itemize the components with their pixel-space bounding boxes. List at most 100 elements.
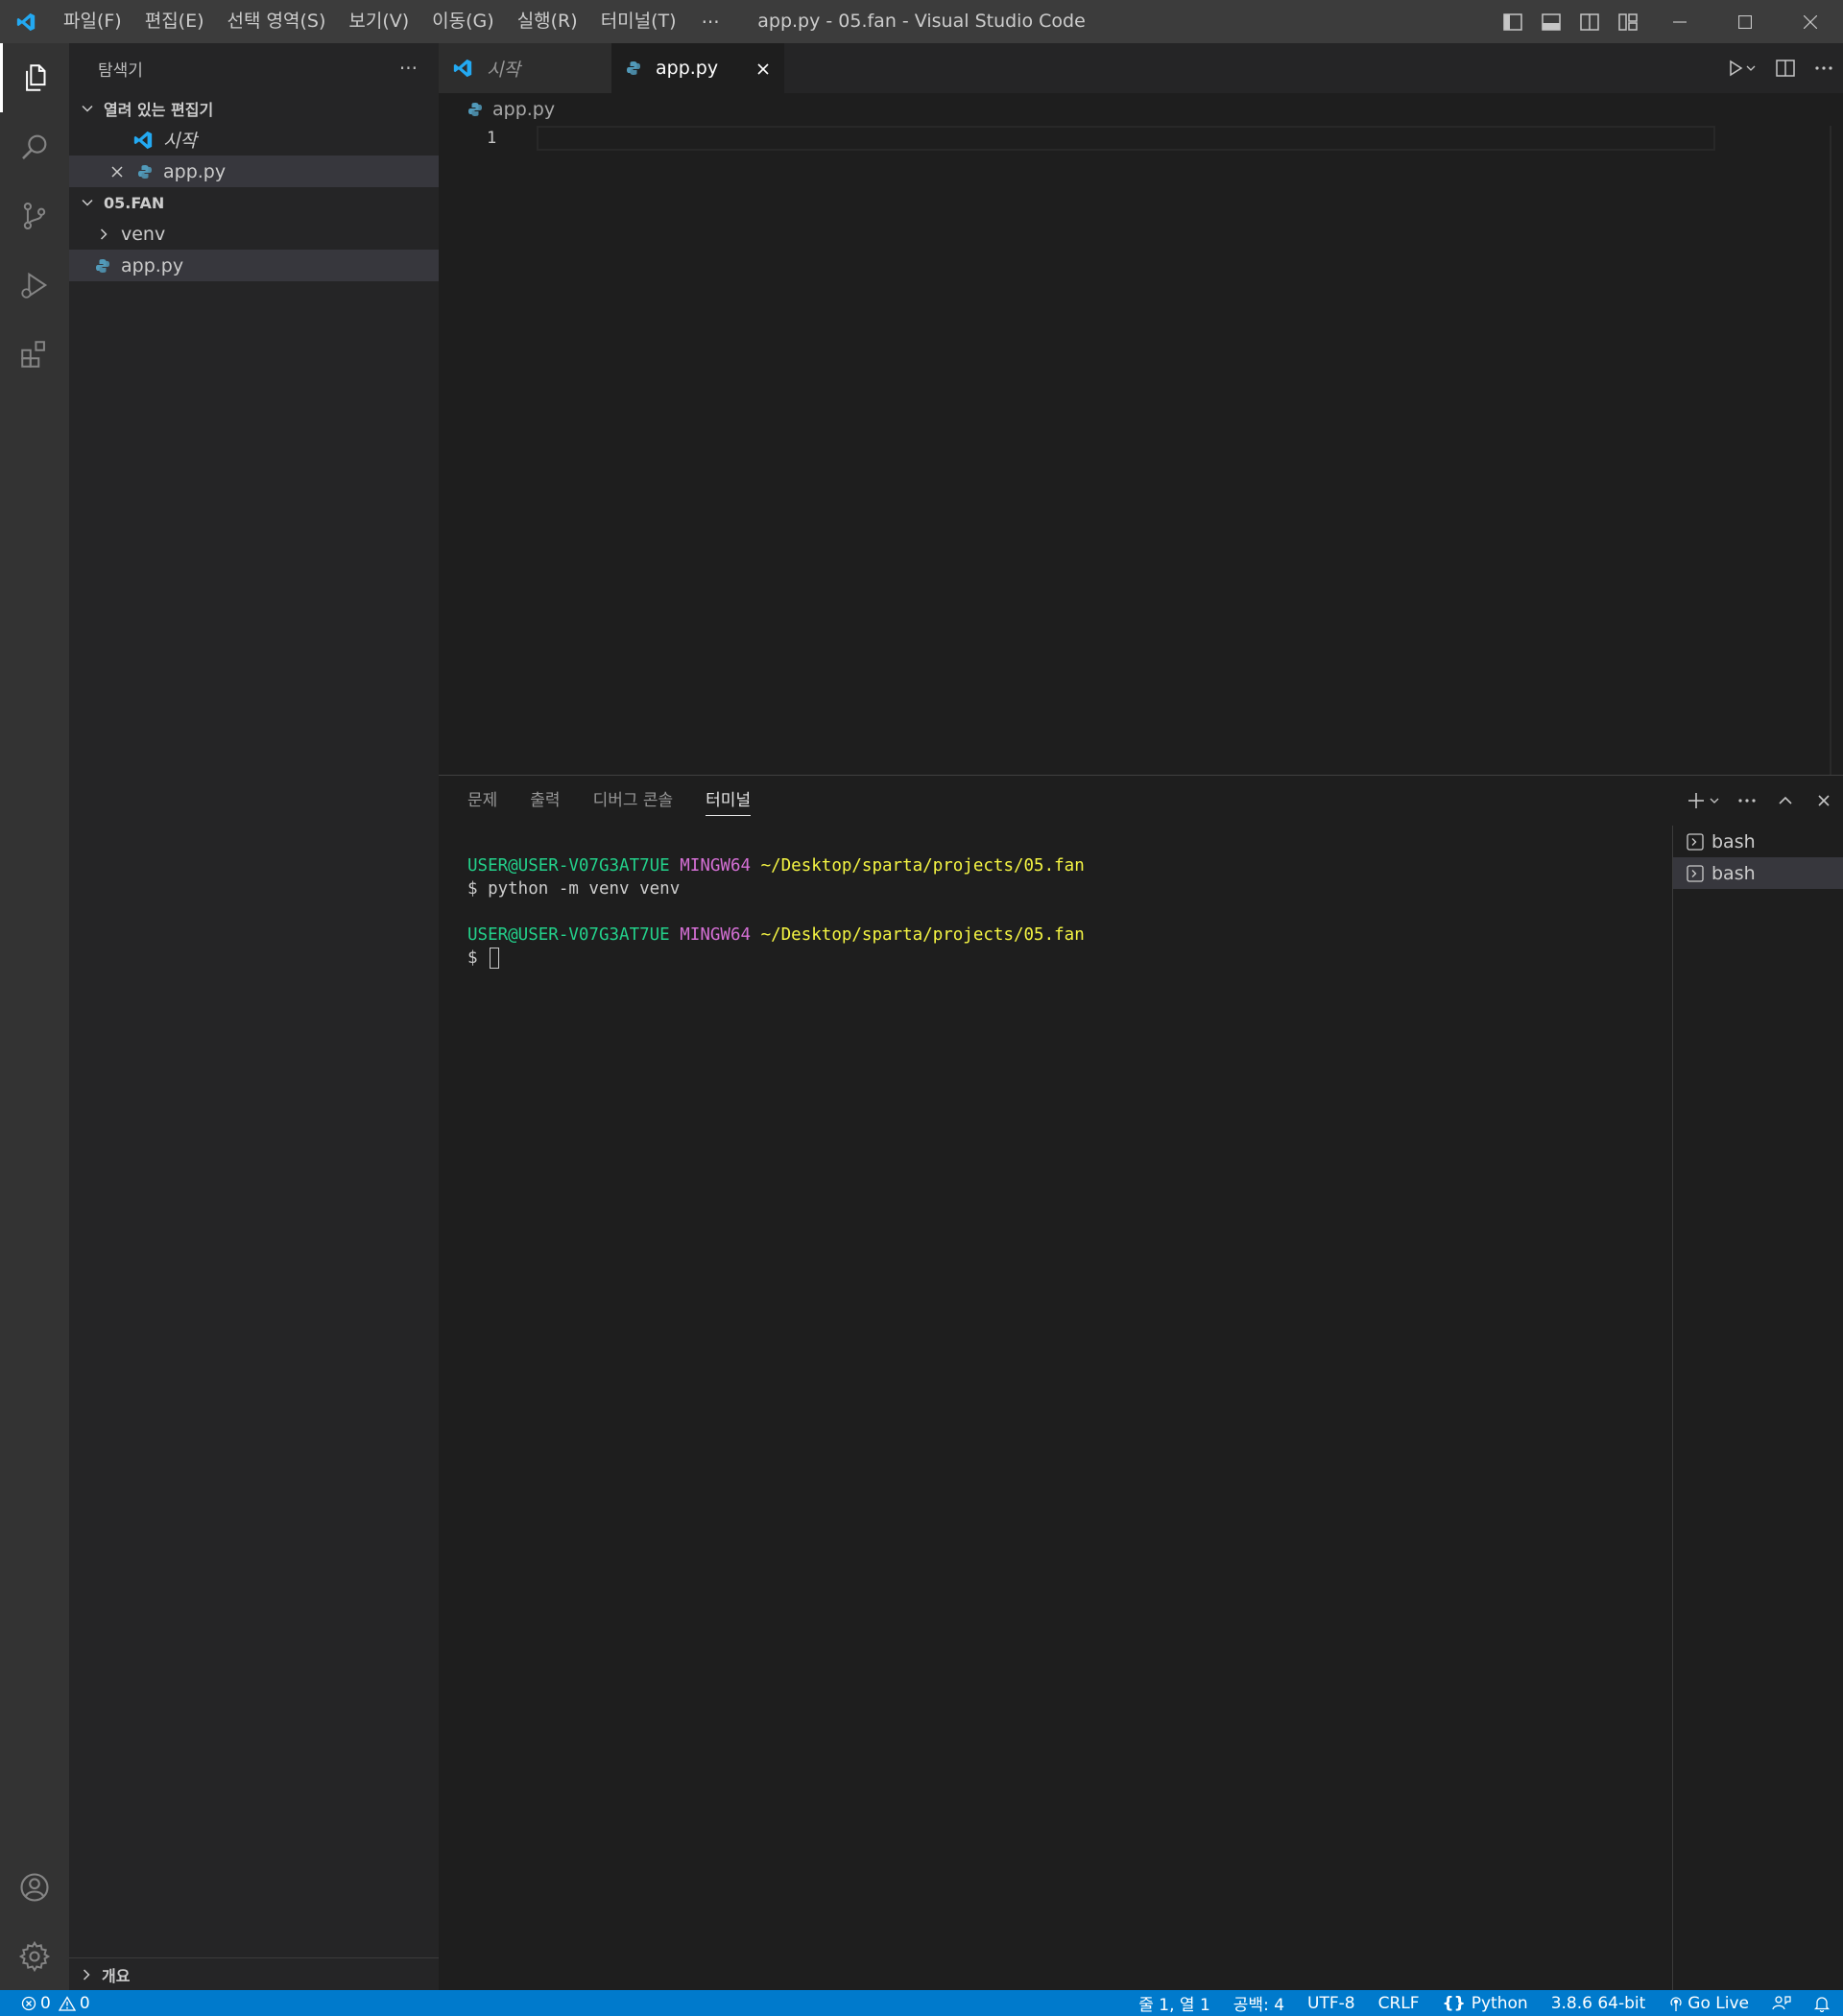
menu-terminal[interactable]: 터미널(T): [589, 0, 688, 43]
braces-icon: {}: [1442, 1993, 1466, 2013]
bottom-panel: 문제 출력 디버그 콘솔 터미널 USER@USER-V07G3AT7UE MI…: [439, 775, 1843, 1991]
split-editor-icon[interactable]: [1766, 43, 1805, 93]
menu-more-button[interactable]: ···: [688, 11, 733, 34]
menu-file[interactable]: 파일(F): [52, 0, 133, 43]
chevron-up-icon[interactable]: [1766, 776, 1805, 826]
go-live-button[interactable]: Go Live: [1668, 1990, 1749, 2016]
open-editor-item-app-py[interactable]: app.py: [69, 156, 439, 187]
indentation[interactable]: 공백: 4: [1233, 1990, 1284, 2016]
menu-run[interactable]: 실행(R): [506, 0, 589, 43]
search-icon[interactable]: [0, 112, 69, 181]
open-editor-label: 시작: [163, 131, 197, 152]
close-icon[interactable]: [106, 165, 129, 179]
tab-app-py[interactable]: app.py: [611, 43, 784, 93]
python-file-icon: [92, 258, 113, 274]
vscode-logo-icon: [129, 130, 157, 151]
terminal-item-bash[interactable]: bash: [1673, 826, 1843, 857]
tab-welcome[interactable]: 시작: [439, 43, 611, 93]
folder-label: 05.FAN: [104, 193, 165, 212]
broadcast-icon: [1668, 1995, 1684, 2012]
menu-go[interactable]: 이동(G): [420, 0, 506, 43]
current-line-highlight: [537, 126, 1715, 151]
run-debug-icon[interactable]: [0, 251, 69, 320]
bell-icon[interactable]: [1814, 1990, 1830, 2016]
breadcrumb-file[interactable]: app.py: [492, 99, 555, 120]
error-icon: [21, 1996, 36, 2011]
title-bar: 파일(F) 편집(E) 선택 영역(S) 보기(V) 이동(G) 실행(R) 터…: [0, 0, 1843, 43]
terminal-item-bash[interactable]: bash: [1673, 857, 1843, 889]
language-mode[interactable]: {} Python: [1443, 1990, 1528, 2016]
terminal-list: bash bash: [1672, 826, 1843, 1991]
terminal-input-line[interactable]: $: [467, 947, 1648, 970]
prompt-path: ~/Desktop/sparta/projects/05.fan: [760, 925, 1085, 945]
warning-icon: [58, 1995, 76, 2011]
tab-output[interactable]: 출력: [530, 776, 560, 826]
end-of-line[interactable]: CRLF: [1378, 1990, 1420, 2016]
sidebar-title: 탐색기: [98, 60, 143, 81]
prompt-user: USER@USER-V07G3AT7UE: [467, 925, 670, 945]
vscode-logo-icon: [0, 0, 52, 43]
open-editors-section[interactable]: 열려 있는 편집기: [69, 93, 439, 124]
prompt-path: ~/Desktop/sparta/projects/05.fan: [760, 856, 1085, 876]
terminal-prompt-line: USER@USER-V07G3AT7UE MINGW64 ~/Desktop/s…: [467, 924, 1648, 947]
toggle-primary-sidebar-icon[interactable]: [1494, 0, 1532, 43]
tab-problems[interactable]: 문제: [467, 776, 497, 826]
chevron-right-icon: [94, 228, 113, 241]
editor-scrollbar[interactable]: [1830, 126, 1831, 775]
menu-view[interactable]: 보기(V): [337, 0, 420, 43]
accounts-icon[interactable]: [0, 1853, 69, 1922]
more-actions-icon[interactable]: [1805, 43, 1843, 93]
tree-item-app-py[interactable]: app.py: [69, 250, 439, 281]
error-count: 0: [40, 1993, 51, 2013]
new-terminal-icon[interactable]: [1680, 776, 1728, 826]
more-actions-icon[interactable]: [1728, 776, 1766, 826]
python-file-icon: [467, 102, 489, 117]
menu-edit[interactable]: 편집(E): [133, 0, 216, 43]
terminal-icon: [1687, 864, 1704, 882]
folder-section[interactable]: 05.FAN: [69, 187, 439, 218]
python-file-icon: [611, 60, 656, 76]
close-icon[interactable]: [755, 60, 771, 76]
outline-label: 개요: [102, 1966, 131, 1985]
encoding[interactable]: UTF-8: [1307, 1990, 1355, 2016]
chevron-down-icon: [75, 102, 100, 115]
menu-selection[interactable]: 선택 영역(S): [216, 0, 338, 43]
customize-layout-icon[interactable]: [1609, 0, 1647, 43]
run-python-file-icon[interactable]: [1718, 43, 1766, 93]
terminal-item-label: bash: [1711, 830, 1756, 852]
explorer-icon[interactable]: [0, 43, 69, 112]
open-editor-label: app.py: [163, 160, 227, 182]
minimize-icon[interactable]: [1647, 0, 1712, 43]
open-editor-item-welcome[interactable]: 시작: [69, 124, 439, 156]
close-window-icon[interactable]: [1778, 0, 1843, 43]
gear-icon[interactable]: [0, 1922, 69, 1991]
tree-item-venv[interactable]: venv: [69, 218, 439, 250]
go-live-label: Go Live: [1687, 1993, 1749, 2013]
python-interpreter[interactable]: 3.8.6 64-bit: [1551, 1990, 1646, 2016]
outline-section[interactable]: 개요: [69, 1957, 439, 1990]
prompt-system: MINGW64: [680, 856, 752, 876]
close-panel-icon[interactable]: [1805, 776, 1843, 826]
tab-terminal[interactable]: 터미널: [706, 776, 751, 826]
extensions-icon[interactable]: [0, 320, 69, 389]
sidebar-more-button[interactable]: ···: [399, 57, 418, 80]
breadcrumb: app.py: [439, 93, 1843, 126]
feedback-icon[interactable]: [1772, 1990, 1791, 2016]
problems-status[interactable]: 0 0: [21, 1990, 90, 2016]
language-label: Python: [1471, 1993, 1528, 2013]
activity-bar: [0, 43, 69, 1990]
cursor-position[interactable]: 줄 1, 열 1: [1138, 1990, 1210, 2016]
source-control-icon[interactable]: [0, 181, 69, 251]
prompt-user: USER@USER-V07G3AT7UE: [467, 856, 670, 876]
code-editor[interactable]: app.py 1: [439, 93, 1843, 775]
maximize-icon[interactable]: [1712, 0, 1778, 43]
code-line[interactable]: 1: [439, 126, 1715, 151]
warning-count: 0: [79, 1993, 90, 2013]
terminal-output[interactable]: USER@USER-V07G3AT7UE MINGW64 ~/Desktop/s…: [467, 854, 1648, 970]
tab-debug-console[interactable]: 디버그 콘솔: [593, 776, 674, 826]
line-number: 1: [487, 129, 497, 148]
toggle-panel-icon[interactable]: [1532, 0, 1570, 43]
terminal-icon: [1687, 832, 1704, 851]
toggle-secondary-sidebar-icon[interactable]: [1570, 0, 1609, 43]
terminal-command: $: [467, 948, 489, 968]
